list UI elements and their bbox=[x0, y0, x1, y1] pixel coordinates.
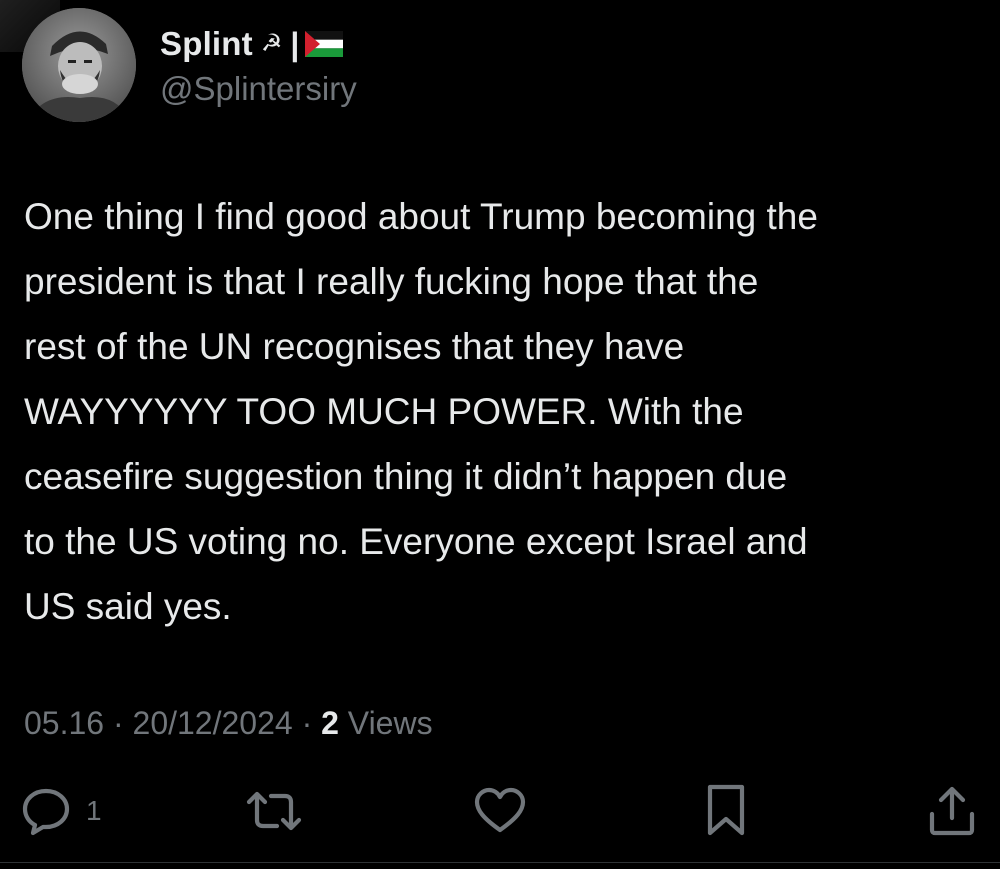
divider bbox=[0, 862, 1000, 863]
bookmark-icon bbox=[707, 784, 745, 836]
name-separator: | bbox=[290, 25, 300, 62]
share-button[interactable] bbox=[926, 786, 978, 836]
reply-count: 1 bbox=[86, 795, 102, 826]
reply-button[interactable]: 1 bbox=[20, 786, 102, 836]
avatar[interactable] bbox=[22, 8, 136, 122]
like-icon bbox=[474, 787, 526, 833]
hammer-and-sickle-icon: ☭ bbox=[260, 30, 283, 57]
bookmark-button[interactable] bbox=[703, 784, 749, 836]
views-count[interactable]: 2 bbox=[321, 705, 339, 742]
author-display-name[interactable]: Splint bbox=[160, 25, 253, 63]
tweet: Splint ☭ | @Splintersiry One thing I fin… bbox=[0, 0, 1000, 869]
share-icon bbox=[929, 786, 975, 836]
views-label[interactable]: Views bbox=[348, 705, 433, 742]
reply-icon bbox=[22, 788, 70, 836]
retweet-icon bbox=[246, 791, 302, 831]
tweet-date[interactable]: 20/12/2024 bbox=[133, 705, 293, 742]
retweet-button[interactable] bbox=[243, 786, 305, 836]
tweet-text: One thing I find good about Trump becomi… bbox=[24, 196, 818, 627]
meta-separator: · bbox=[112, 704, 124, 741]
tweet-time[interactable]: 05.16 bbox=[24, 705, 104, 742]
meta-separator: · bbox=[301, 704, 313, 741]
author-handle[interactable]: @Splintersiry bbox=[160, 70, 357, 108]
like-button[interactable] bbox=[473, 786, 527, 836]
palestine-flag-icon bbox=[305, 31, 344, 57]
action-bar: 1 bbox=[0, 780, 1000, 840]
tweet-meta: 05.16 · 20/12/2024 · 2 Views bbox=[24, 700, 433, 746]
author-name-row[interactable]: Splint ☭ | bbox=[160, 22, 344, 66]
